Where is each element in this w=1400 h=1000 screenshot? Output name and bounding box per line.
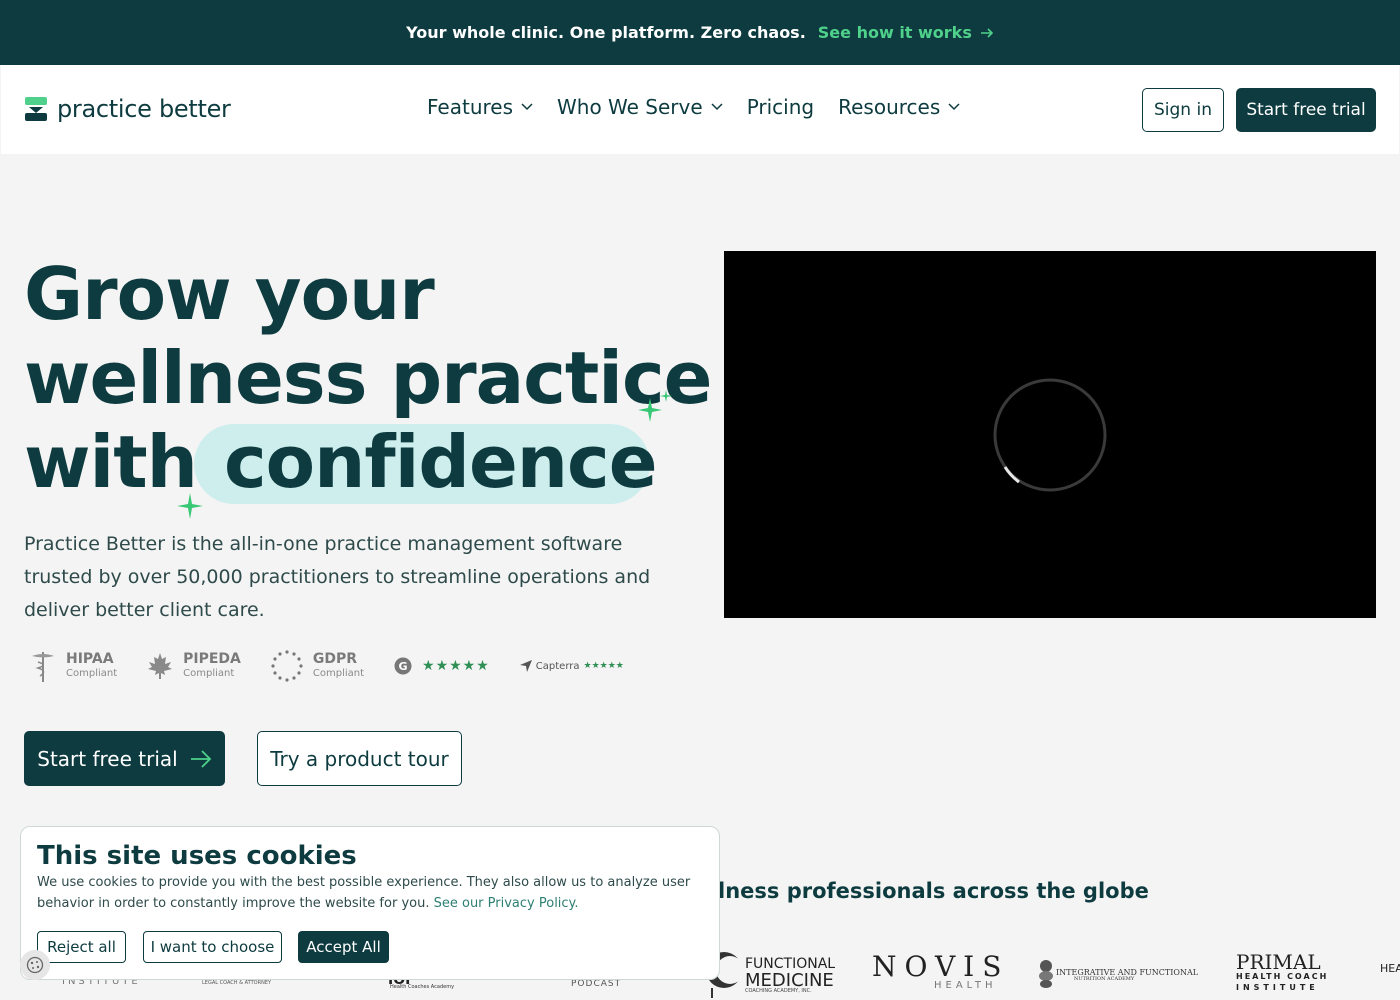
main-menu: Features Who We Serve Pricing Resources	[427, 95, 960, 119]
cta-primary-label: Start free trial	[37, 746, 178, 771]
pipeda-badge: PIPEDA Compliant	[147, 651, 241, 681]
badge-name: HIPAA	[66, 651, 114, 667]
nav-item-label: Resources	[838, 95, 941, 119]
trusted-heading: lness professionals across the globe	[718, 879, 1149, 903]
nav-item-label: Features	[427, 95, 513, 119]
nav-item-who-we-serve[interactable]: Who We Serve	[557, 95, 723, 119]
capterra-label: Capterra	[535, 660, 580, 672]
badge-sub: Compliant	[312, 668, 365, 679]
reject-all-button[interactable]: Reject all	[37, 931, 126, 963]
accept-all-button[interactable]: Accept All	[298, 931, 389, 963]
logo-hea-text: HEA	[1380, 962, 1400, 975]
sign-in-button[interactable]: Sign in	[1142, 88, 1224, 132]
logo-novis-health-text: HEALTH	[934, 980, 997, 991]
see-how-it-works-link[interactable]: See how it works	[818, 23, 994, 42]
badge-sub: Compliant	[66, 668, 118, 679]
badge-name: GDPR	[312, 651, 358, 667]
cookie-title: This site uses cookies	[37, 841, 357, 871]
sparkle-icon	[177, 493, 203, 519]
cta-secondary-label: Try a product tour	[270, 746, 449, 771]
privacy-policy-link[interactable]: See our Privacy Policy.	[434, 896, 579, 911]
logo-primal-text: PRIMAL	[1236, 950, 1321, 974]
hero-title-highlight: confidence	[224, 420, 658, 504]
maple-leaf-icon	[148, 653, 173, 679]
loading-spinner-icon	[993, 378, 1107, 492]
arrow-right-icon	[190, 749, 211, 768]
logo-podcast-text: PODCAST	[571, 979, 622, 989]
i-want-to-choose-button[interactable]: I want to choose	[143, 931, 282, 963]
nav-item-features[interactable]: Features	[427, 95, 533, 119]
compliance-badges: HIPAA Compliant PIPEDA Compliant GDPR Co…	[30, 650, 624, 682]
badge-name: PIPEDA	[183, 651, 241, 667]
logo-legal-coach-text: LEGAL COACH & ATTORNEY	[202, 980, 272, 986]
arrow-right-icon	[980, 27, 993, 38]
logo-health-coach-text: HEALTH COACH	[1236, 972, 1329, 981]
chevron-down-icon	[948, 103, 960, 111]
sparkle-icon	[638, 390, 672, 422]
cookie-banner: This site uses cookies We use cookies to…	[20, 826, 720, 980]
cookie-settings-icon[interactable]	[20, 950, 50, 980]
logo-wordmark: practice better	[57, 95, 231, 123]
logo-nutrition-academy-text: NUTRITION ACADEMY	[1074, 976, 1135, 982]
logo-mark-icon	[25, 97, 47, 121]
announcement-message: Your whole clinic. One platform. Zero ch…	[406, 23, 806, 42]
nav-item-pricing[interactable]: Pricing	[747, 95, 814, 119]
hero-title-line-2: wellness practice	[24, 336, 712, 420]
start-free-trial-nav-button[interactable]: Start free trial	[1236, 88, 1376, 132]
cookie-text: We use cookies to provide you with the b…	[37, 872, 707, 914]
g2-rating-badge: G ★★★★★	[394, 657, 490, 675]
capterra-rating-badge: Capterra ★★★★★	[519, 660, 624, 672]
capterra-stars: ★★★★★	[583, 661, 624, 671]
logo-health-coaches-academy-text: Health Coaches Academy	[390, 984, 455, 990]
start-free-trial-button[interactable]: Start free trial	[24, 731, 225, 786]
hero-video[interactable]	[724, 251, 1376, 618]
announcement-bar: Your whole clinic. One platform. Zero ch…	[0, 0, 1400, 65]
cookie-body: We use cookies to provide you with the b…	[37, 875, 691, 911]
logo[interactable]: practice better	[25, 95, 231, 123]
logo-coaching-academy-text: COACHING ACADEMY, INC.	[745, 988, 812, 994]
product-tour-button[interactable]: Try a product tour	[257, 731, 462, 786]
gdpr-badge: GDPR Compliant	[271, 650, 364, 682]
badge-sub: Compliant	[183, 668, 235, 679]
capterra-logo-icon	[519, 660, 532, 672]
logo-novis-text: NOVIS	[872, 950, 1010, 983]
hipaa-badge: HIPAA Compliant	[30, 650, 117, 682]
nutrition-academy-logo-icon	[1039, 960, 1053, 988]
svg-text:G: G	[399, 660, 408, 673]
g2-stars: ★★★★★	[422, 658, 490, 674]
nav-item-label: Pricing	[746, 95, 815, 119]
hero-title-line-1: Grow your	[24, 252, 435, 336]
hero-description: Practice Better is the all-in-one practi…	[24, 533, 651, 621]
top-nav: practice better Features Who We Serve Pr…	[1, 65, 1399, 154]
nav-item-resources[interactable]: Resources	[838, 95, 960, 119]
chevron-down-icon	[711, 103, 723, 111]
announcement-link-label: See how it works	[817, 23, 972, 42]
logo-primal-institute-text: INSTITUTE	[1236, 983, 1319, 992]
cookie-icon	[26, 956, 44, 974]
eu-stars-icon	[271, 650, 303, 682]
g2-logo-icon: G	[394, 657, 412, 675]
caduceus-icon	[32, 652, 54, 682]
chevron-down-icon	[521, 103, 533, 111]
nav-item-label: Who We Serve	[557, 95, 703, 119]
